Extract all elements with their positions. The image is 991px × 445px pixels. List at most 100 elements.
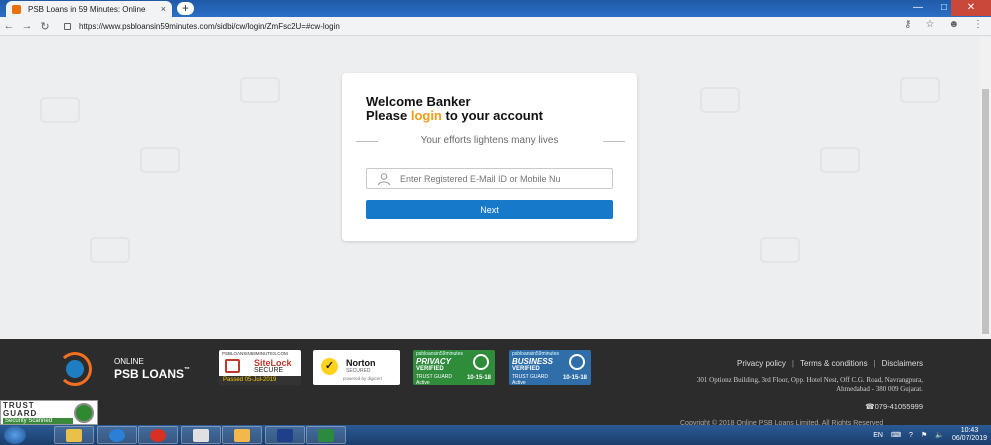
taskbar-excel[interactable] — [306, 426, 346, 444]
norton-badge[interactable]: ✓ Norton SECURED powered by digicert — [313, 350, 400, 385]
norton-secured: SECURED — [346, 368, 371, 374]
footer: ONLINE PSB LOANS™ PSBLOANSIN59MINUTES.CO… — [0, 339, 991, 427]
forward-icon[interactable]: → — [18, 20, 36, 32]
psb-loans-logo[interactable]: ONLINE PSB LOANS™ — [58, 352, 208, 386]
url-field[interactable]: https://www.psbloansin59minutes.com/sidb… — [64, 22, 340, 31]
checkmark-badge-icon — [569, 354, 585, 370]
decorative-icon — [40, 97, 80, 123]
scrollbar-thumb[interactable] — [982, 89, 989, 334]
privacy-verified-badge[interactable]: psbloansin59minutes PRIVACY VERIFIED TRU… — [413, 350, 495, 386]
decorative-icon — [700, 87, 740, 113]
menu-icon[interactable]: ⋮ — [973, 19, 983, 30]
subheading-prefix: Please — [366, 108, 411, 123]
taskbar-ie[interactable] — [97, 426, 137, 444]
url-text: https://www.psbloansin59minutes.com/sidb… — [79, 21, 340, 31]
tab-close-icon[interactable]: × — [161, 4, 166, 14]
back-icon[interactable]: ← — [0, 20, 18, 32]
email-mobile-input[interactable] — [400, 173, 600, 184]
sitelock-lock-icon — [225, 359, 240, 373]
bookmark-star-icon[interactable]: ☆ — [926, 19, 935, 30]
browser-actions: ⚷ ☆ ☻ ⋮ — [904, 19, 983, 30]
decorative-icon — [140, 147, 180, 173]
reload-icon[interactable]: ↻ — [36, 20, 54, 33]
norton-powered: powered by digicert — [343, 376, 383, 381]
address-bar: ← → ↻ https://www.psbloansin59minutes.co… — [0, 17, 991, 36]
link-separator: | — [791, 359, 794, 368]
chrome-icon — [150, 429, 166, 442]
company-address: 301 Optionz Building, 3rd Floor, Opp. Ho… — [696, 376, 923, 393]
privacy-verified: VERIFIED — [416, 366, 444, 372]
flag-icon[interactable]: ⚑ — [921, 431, 927, 439]
browser-titlebar: PSB Loans in 59 Minutes: Online × + — □ … — [0, 0, 991, 17]
site-favicon-icon — [12, 4, 21, 14]
key-icon[interactable]: ⚷ — [904, 19, 911, 30]
privacy-trust: TRUST GUARD Active — [416, 374, 452, 386]
tab-title: PSB Loans in 59 Minutes: Online — [28, 4, 146, 14]
trustguard-scanned: Security Scanned — [3, 418, 73, 424]
norton-check-icon: ✓ — [321, 358, 338, 375]
keyboard-icon[interactable]: ⌨ — [891, 431, 901, 439]
folder-icon — [66, 429, 82, 442]
calculator-icon — [193, 429, 209, 442]
system-tray: EN ⌨ ? ⚑ 🔈 10:43 06/07/2019 — [873, 425, 987, 445]
phone-number: ☎079-41055999 — [865, 402, 923, 411]
decorative-icon — [90, 237, 130, 263]
word-icon — [277, 429, 293, 442]
trustguard-line2: GUARD — [3, 409, 38, 418]
trustguard-title: TRUST GUARD — [3, 402, 37, 418]
login-word: login — [410, 108, 442, 123]
business-title: BUSINESS — [512, 357, 553, 366]
profile-icon[interactable]: ☻ — [948, 19, 959, 30]
decorative-icon — [900, 77, 940, 103]
trustguard-seal[interactable]: TRUST GUARD Security Scanned — [0, 400, 98, 425]
user-icon — [378, 172, 390, 185]
taskbar-chrome[interactable] — [138, 426, 178, 444]
email-mobile-field[interactable] — [366, 168, 613, 189]
privacy-active: Active — [416, 380, 430, 386]
shield-icon — [74, 403, 94, 423]
internet-explorer-icon — [109, 429, 125, 442]
business-verified-badge[interactable]: psbloansin59minutes BUSINESS VERIFIED TR… — [509, 350, 591, 386]
business-verified: VERIFIED — [512, 366, 540, 372]
privacy-policy-link[interactable]: Privacy policy — [737, 359, 786, 368]
taskbar: EN ⌨ ? ⚑ 🔈 10:43 06/07/2019 — [0, 425, 991, 445]
minimize-icon[interactable]: — — [905, 0, 931, 16]
logo-globe-icon — [66, 360, 84, 378]
sitelock-passed: Passed 05-Jul-2019 — [219, 376, 301, 385]
divider-right — [603, 141, 625, 142]
taskbar-word[interactable] — [265, 426, 305, 444]
scrollbar[interactable] — [980, 37, 991, 339]
terms-link[interactable]: Terms & conditions — [800, 359, 868, 368]
link-separator: | — [873, 359, 876, 368]
tagline: Your efforts lightens many lives — [420, 135, 559, 146]
footer-links: Privacy policy | Terms & conditions | Di… — [737, 359, 923, 368]
next-button[interactable]: Next — [366, 200, 613, 219]
mail-icon — [234, 429, 250, 442]
taskbar-app[interactable] — [181, 426, 221, 444]
page-background: Welcome Banker Please login to your acco… — [0, 37, 980, 339]
new-tab-button[interactable]: + — [177, 2, 194, 15]
lock-icon — [64, 22, 71, 30]
decorative-icon — [760, 237, 800, 263]
language-indicator[interactable]: EN — [873, 432, 883, 439]
norton-name: Norton — [346, 358, 376, 368]
login-card: Welcome Banker Please login to your acco… — [342, 73, 637, 241]
start-button[interactable] — [4, 426, 26, 444]
excel-icon — [318, 429, 334, 442]
taskbar-mail[interactable] — [222, 426, 262, 444]
taskbar-explorer[interactable] — [54, 426, 94, 444]
clock[interactable]: 10:43 06/07/2019 — [952, 427, 987, 443]
disclaimers-link[interactable]: Disclaimers — [882, 359, 923, 368]
decorative-icon — [820, 147, 860, 173]
magnifier-icon — [473, 354, 489, 370]
help-icon[interactable]: ? — [909, 432, 913, 439]
sitelock-secure: SECURE — [254, 367, 284, 374]
welcome-heading: Welcome Banker — [366, 94, 471, 109]
volume-icon[interactable]: 🔈 — [935, 431, 944, 439]
browser-tab[interactable]: PSB Loans in 59 Minutes: Online × — [6, 1, 172, 17]
close-window-icon[interactable]: ✕ — [951, 0, 991, 16]
clock-date: 06/07/2019 — [951, 435, 987, 442]
privacy-date: 10-15-18 — [466, 375, 491, 381]
logo-line1: ONLINE — [114, 357, 144, 366]
sitelock-badge[interactable]: PSBLOANSIN59MINUTES.COM SiteLock SECURE … — [219, 350, 301, 385]
